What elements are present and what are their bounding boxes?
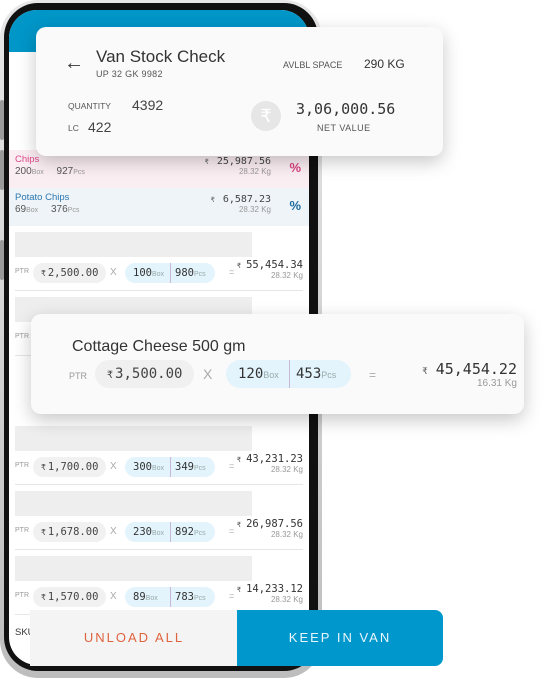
- quantity-value: 4392: [132, 97, 164, 113]
- sku-name-placeholder: [15, 232, 252, 257]
- sku-amount: ₹26,987.56: [236, 518, 303, 530]
- list-item[interactable]: PTR ₹1,700.00 X 300Box 349Pcs = ₹43,231.…: [15, 420, 303, 485]
- vehicle-number: UP 32 GK 9982: [96, 69, 163, 79]
- quantity-label: QUANTITY: [68, 101, 111, 111]
- ptr-label: PTR: [69, 371, 87, 381]
- sku-amount: ₹43,231.23: [236, 453, 303, 465]
- sku-value: ₹25,987.56: [204, 156, 271, 167]
- lc-label: LC: [68, 123, 79, 133]
- van-summary-card: ← Van Stock Check UP 32 GK 9982 AVLBL SP…: [36, 27, 443, 156]
- list-item[interactable]: PTR ₹2,500.00 X 100Box 980Pcs = ₹55,454.…: [15, 226, 303, 291]
- keep-in-van-button[interactable]: KEEP IN VAN: [237, 610, 443, 666]
- sku-weight: 28.32 Kg: [238, 205, 271, 214]
- divider: [289, 360, 290, 388]
- product-weight: 16.31 Kg: [476, 378, 517, 389]
- multiply-sign: X: [110, 591, 117, 602]
- price-pill[interactable]: ₹1,570.00: [33, 587, 107, 607]
- unload-all-button[interactable]: UNLOAD ALL: [30, 610, 238, 666]
- multiply-sign: X: [110, 461, 117, 472]
- equals-sign: =: [229, 591, 235, 601]
- equals-sign: =: [229, 267, 235, 277]
- sku-weight: 28.32 Kg: [270, 530, 303, 539]
- featured-product-card[interactable]: Cottage Cheese 500 gm PTR ₹3,500.00 X 12…: [31, 314, 524, 414]
- sku-weight: 28.32 Kg: [270, 465, 303, 474]
- multiply-sign: X: [203, 366, 213, 382]
- quantity-pill[interactable]: 89Box 783Pcs: [125, 587, 215, 607]
- sku-name-placeholder: [15, 426, 252, 451]
- multiply-sign: X: [110, 267, 117, 278]
- price-pill[interactable]: ₹1,700.00: [33, 457, 107, 477]
- sku-weight: 28.32 Kg: [270, 595, 303, 604]
- list-item[interactable]: Potato Chips 69Box 376Pcs ₹6,587.23 28.3…: [9, 188, 309, 226]
- ptr-label: PTR: [15, 527, 29, 534]
- rupee-icon: ₹: [251, 101, 281, 131]
- divider: [170, 457, 171, 477]
- quantity-pill[interactable]: 100Box 980Pcs: [125, 263, 215, 283]
- ptr-label: PTR: [15, 462, 29, 469]
- sku-amount: ₹14,233.12: [236, 583, 303, 595]
- ptr-label: PTR: [15, 592, 29, 599]
- divider: [170, 263, 171, 283]
- price-pill[interactable]: ₹1,678.00: [33, 522, 107, 542]
- price-pill[interactable]: ₹2,500.00: [33, 263, 107, 283]
- page-title: Van Stock Check: [96, 47, 226, 66]
- product-name: Cottage Cheese 500 gm: [72, 338, 246, 355]
- price-pill[interactable]: ₹3,500.00: [95, 360, 195, 388]
- sku-weight: 28.32 Kg: [238, 167, 271, 176]
- divider: [170, 522, 171, 542]
- equals-sign: =: [229, 526, 235, 536]
- sku-name-placeholder: [15, 556, 252, 581]
- equals-sign: =: [229, 461, 235, 471]
- quantity-pill[interactable]: 120Box 453Pcs: [226, 360, 351, 388]
- lc-value: 422: [88, 119, 112, 135]
- divider: [170, 587, 171, 607]
- list-item[interactable]: PTR ₹1,570.00 X 89Box 783Pcs = ₹14,233.1…: [15, 550, 303, 615]
- list-item[interactable]: PTR ₹1,678.00 X 230Box 892Pcs = ₹26,987.…: [15, 485, 303, 550]
- sku-value: ₹6,587.23: [210, 194, 271, 205]
- product-amount: ₹45,454.22: [422, 360, 517, 378]
- quantity-pill[interactable]: 230Box 892Pcs: [125, 522, 215, 542]
- sku-name-placeholder: [15, 491, 252, 516]
- available-space-label: AVLBL SPACE: [283, 60, 343, 70]
- sku-weight: 28.32 Kg: [270, 271, 303, 280]
- multiply-sign: X: [110, 526, 117, 537]
- discount-icon[interactable]: %: [289, 160, 301, 175]
- ptr-label: PTR: [15, 333, 29, 340]
- equals-sign: =: [369, 368, 377, 382]
- ptr-label: PTR: [15, 268, 29, 275]
- quantity-pill[interactable]: 300Box 349Pcs: [125, 457, 215, 477]
- sku-amount: ₹55,454.34: [236, 259, 303, 271]
- available-space-value: 290 KG: [364, 57, 405, 71]
- net-value: 3,06,000.56: [296, 100, 396, 118]
- net-value-label: NET VALUE: [317, 123, 371, 133]
- discount-icon[interactable]: %: [289, 198, 301, 213]
- back-arrow-icon[interactable]: ←: [64, 52, 84, 75]
